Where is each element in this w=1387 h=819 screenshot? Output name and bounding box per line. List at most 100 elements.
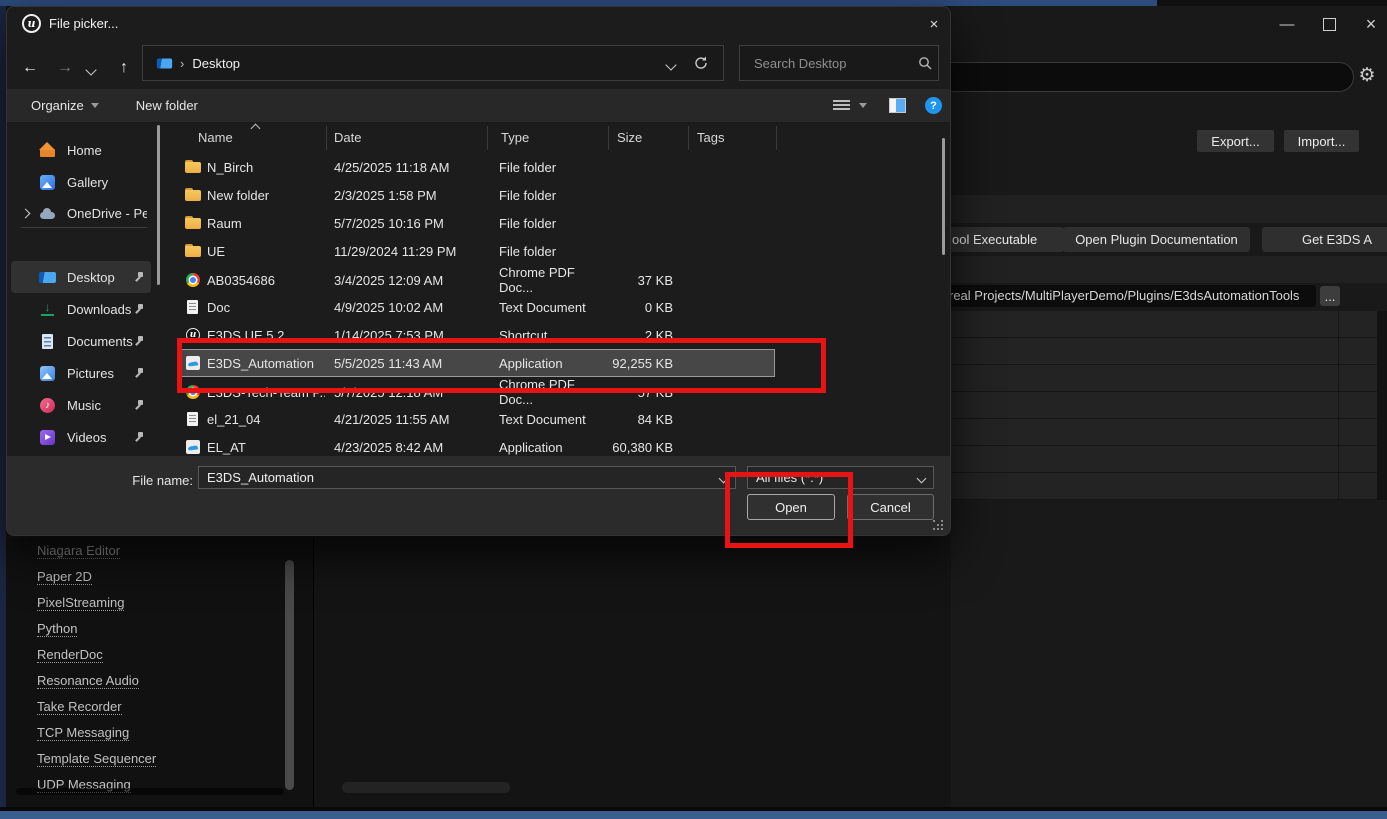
plugins-scrollbar[interactable] [285, 560, 294, 790]
desktop-location-icon [157, 55, 172, 70]
folder-icon [185, 187, 201, 203]
file-type-cell: Chrome PDF Doc... [486, 265, 607, 295]
browse-ellipsis-button[interactable]: ... [1320, 286, 1340, 306]
details-view-icon[interactable] [833, 100, 850, 112]
address-bar[interactable]: › Desktop [142, 45, 724, 81]
help-icon[interactable]: ? [925, 97, 942, 114]
sidebar-item-label: Desktop [67, 270, 115, 285]
file-list-header: Name Date Type Size Tags [179, 123, 950, 153]
plugin-path-field[interactable]: real Projects/MultiPlayerDemo/Plugins/E3… [944, 285, 1316, 307]
up-button[interactable]: ↑ [111, 55, 137, 81]
expander-chevron-icon[interactable] [21, 208, 31, 218]
back-button[interactable]: ← [17, 55, 43, 81]
address-dropdown-chevron-icon[interactable] [665, 59, 676, 70]
maximize-icon[interactable] [1316, 13, 1342, 35]
sidebar-item-videos[interactable]: Videos [11, 421, 151, 453]
file-row-n-birch[interactable]: N_Birch4/25/2025 11:18 AMFile folder [181, 153, 775, 181]
file-date-cell: 11/29/2024 11:29 PM [325, 244, 486, 259]
sidebar-scrollbar[interactable] [157, 125, 160, 285]
column-header-type[interactable]: Type [487, 123, 608, 153]
recent-locations-chevron-icon[interactable] [87, 62, 95, 77]
file-date-cell: 2/3/2025 1:58 PM [325, 188, 486, 203]
sidebar-item-home[interactable]: Home [11, 134, 151, 166]
file-row-ab0354686[interactable]: AB03546863/4/2025 12:09 AMChrome PDF Doc… [181, 265, 775, 293]
forward-button[interactable]: → [52, 55, 78, 81]
sidebar-item-desktop[interactable]: Desktop [11, 261, 151, 293]
cancel-button[interactable]: Cancel [847, 494, 934, 520]
sidebar-item-music[interactable]: Music [11, 389, 151, 421]
file-name-text: el_21_04 [207, 412, 261, 427]
preview-pane-icon[interactable] [889, 98, 906, 113]
column-header-date[interactable]: Date [326, 123, 487, 153]
search-input[interactable] [752, 55, 906, 72]
file-name-text: Raum [207, 216, 242, 231]
file-list-scrollbar[interactable] [942, 138, 945, 255]
chrome-icon [185, 272, 201, 288]
view-controls: ? [833, 97, 942, 114]
open-plugin-documentation-button[interactable]: Open Plugin Documentation [1063, 227, 1250, 252]
editor-search-bar[interactable] [900, 62, 1354, 92]
header-separator [608, 126, 609, 150]
header-separator [487, 126, 488, 150]
file-date-cell: 4/21/2025 11:55 AM [325, 412, 486, 427]
plugin-link-label: Paper 2D [37, 569, 92, 585]
section-band [951, 195, 1387, 223]
view-dropdown-caret-icon[interactable] [859, 103, 867, 108]
file-list: N_Birch4/25/2025 11:18 AMFile folderNew … [181, 153, 775, 461]
file-name-field[interactable] [198, 466, 736, 489]
plugin-link-take-recorder[interactable]: Take Recorder [6, 694, 313, 720]
pin-icon [134, 272, 144, 282]
resize-grip[interactable] [933, 520, 945, 532]
sidebar-item-onedrive-pers[interactable]: OneDrive - Pers [11, 197, 151, 229]
breadcrumb-location[interactable]: Desktop [192, 56, 240, 71]
minimize-icon[interactable]: — [1274, 13, 1300, 35]
plugin-link-pixelstreaming[interactable]: PixelStreaming [6, 590, 313, 616]
file-name-text: UE [207, 244, 225, 259]
file-row-new-folder[interactable]: New folder2/3/2025 1:58 PMFile folder [181, 181, 775, 209]
plugin-link-tcp-messaging[interactable]: TCP Messaging [6, 720, 313, 746]
folder-icon [185, 159, 201, 175]
refresh-icon[interactable] [693, 55, 709, 71]
plugin-link-niagara-editor[interactable]: Niagara Editor [6, 538, 313, 564]
sidebar-item-documents[interactable]: Documents [11, 325, 151, 357]
settings-row [951, 446, 1377, 473]
export-button[interactable]: Export... [1197, 130, 1274, 152]
settings-row [951, 365, 1377, 392]
pin-icon [134, 304, 144, 314]
sidebar-item-gallery[interactable]: Gallery [11, 166, 151, 198]
sidebar-item-pictures[interactable]: Pictures [11, 357, 151, 389]
home-icon [39, 142, 56, 159]
plugin-link-paper-2d[interactable]: Paper 2D [6, 564, 313, 590]
text-document-icon [185, 411, 201, 427]
search-box[interactable] [739, 45, 939, 81]
organize-menu[interactable]: Organize [31, 98, 99, 113]
plugin-link-resonance-audio[interactable]: Resonance Audio [6, 668, 313, 694]
plugin-link-label: TCP Messaging [37, 725, 129, 741]
get-e3ds-button[interactable]: Get E3DS A [1262, 227, 1387, 252]
plugin-link-python[interactable]: Python [6, 616, 313, 642]
column-header-size[interactable]: Size [608, 123, 688, 153]
new-folder-button[interactable]: New folder [136, 98, 198, 113]
file-row-ue[interactable]: UE11/29/2024 11:29 PMFile folder [181, 237, 775, 265]
folder-icon [185, 215, 201, 231]
close-icon[interactable]: × [1358, 13, 1384, 35]
file-row-doc[interactable]: Doc4/9/2025 10:02 AMText Document0 KB [181, 293, 775, 321]
horizontal-scrollbar-thumb[interactable] [342, 782, 510, 793]
plugin-link-renderdoc[interactable]: RenderDoc [6, 642, 313, 668]
plugin-link-template-sequencer[interactable]: Template Sequencer [6, 746, 313, 772]
column-header-tags[interactable]: Tags [688, 123, 776, 153]
file-name-input[interactable] [205, 469, 689, 486]
settings-gear-icon[interactable]: ⚙ [1354, 62, 1380, 88]
file-name-text: AB0354686 [207, 273, 275, 288]
close-icon[interactable]: × [919, 11, 949, 37]
sidebar-item-downloads[interactable]: Downloads [11, 293, 151, 325]
gallery-icon [39, 174, 56, 191]
search-icon [918, 56, 932, 70]
file-type-cell: Text Document [486, 300, 607, 315]
tool-executable-button[interactable]: ool Executable [940, 227, 1064, 252]
pictures-icon [39, 365, 56, 382]
file-row-raum[interactable]: Raum5/7/2025 10:16 PMFile folder [181, 209, 775, 237]
dialog-title: File picker... [49, 16, 118, 31]
file-row-el-21-04[interactable]: el_21_044/21/2025 11:55 AMText Document8… [181, 405, 775, 433]
import-button[interactable]: Import... [1284, 130, 1359, 152]
